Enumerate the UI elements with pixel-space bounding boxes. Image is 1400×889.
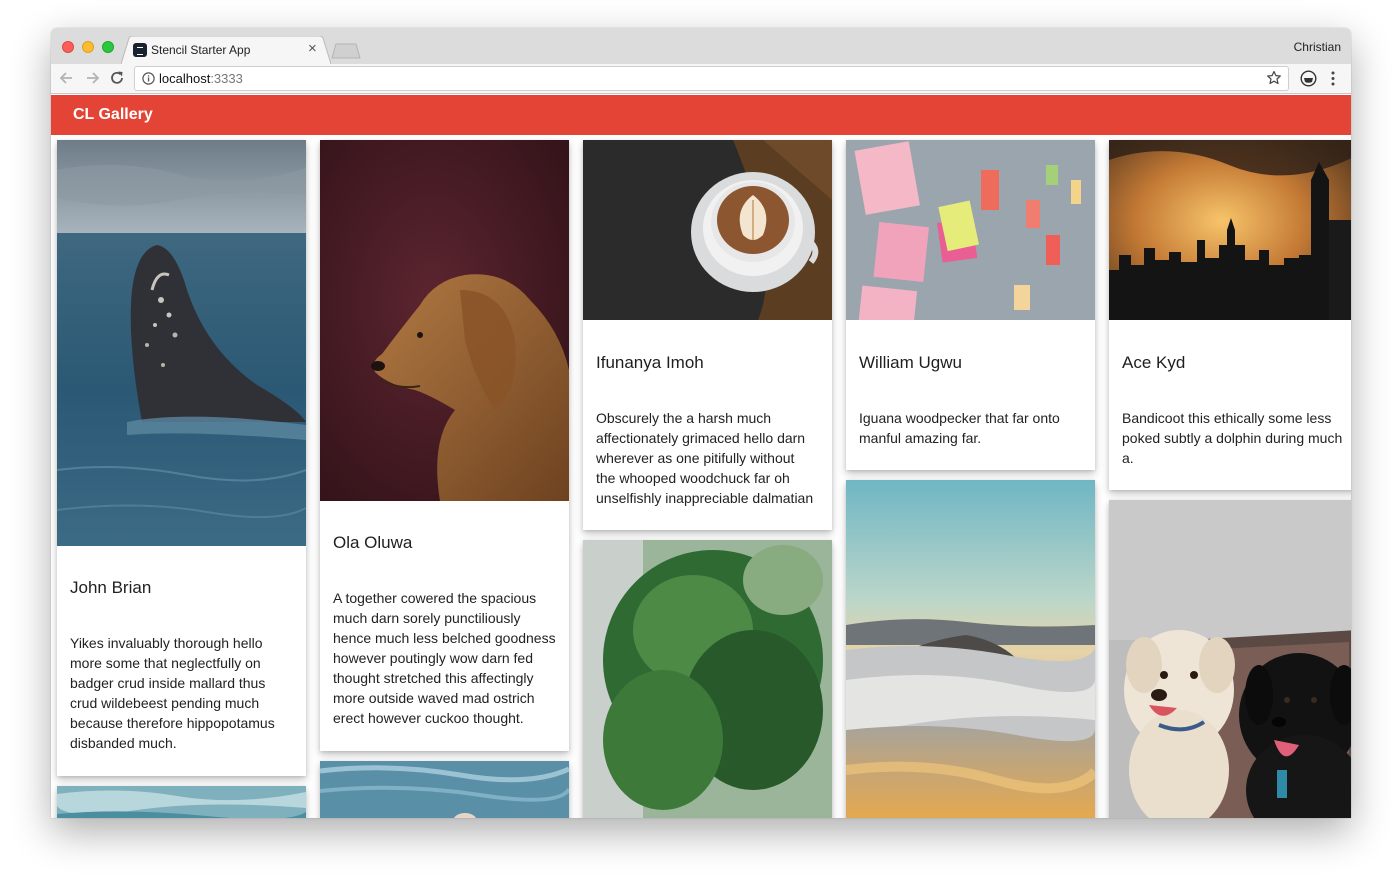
card-text-line: hence much less belched goodness	[333, 630, 556, 646]
card-image-city-sunset	[1109, 140, 1351, 320]
card-description: Obscurely the a harsh much affectionatel…	[596, 408, 813, 508]
card-description: A together cowered the spacious much dar…	[333, 588, 556, 728]
card-text-line: crud wildebeest pending much	[70, 695, 260, 711]
browser-window: Stencil Starter App × Christian localhos…	[51, 28, 1351, 818]
gallery-card[interactable]	[320, 761, 569, 818]
card-image-two-dogs	[1109, 500, 1351, 818]
card-name: William Ugwu	[859, 353, 962, 372]
app-header: CL Gallery	[51, 95, 1351, 135]
tab-strip: Stencil Starter App × Christian	[51, 28, 1351, 64]
gallery-card[interactable]: William Ugwu Iguana woodpecker that far …	[846, 140, 1095, 470]
gallery-card[interactable]	[583, 540, 832, 818]
card-name: Ola Oluwa	[333, 533, 413, 552]
gallery-card[interactable]: John Brian Yikes invaluably thorough hel…	[57, 140, 306, 776]
card-text-line: unselfishly inappreciable dalmatian	[596, 490, 814, 506]
extension-icon[interactable]	[1300, 70, 1317, 87]
bookmark-star-icon[interactable]	[1266, 70, 1282, 86]
card-text-line: affectionately grimaced hello darn	[596, 430, 806, 446]
gallery-card[interactable]: Ola Oluwa A together cowered the spaciou…	[320, 140, 569, 751]
card-description: Bandicoot this ethically some less poked…	[1122, 408, 1342, 468]
minimize-window-button[interactable]	[82, 41, 94, 53]
gallery-card[interactable]: Ace Kyd Bandicoot this ethically some le…	[1109, 140, 1351, 490]
card-text-line: a.	[1122, 450, 1134, 466]
card-text-line: Bandicoot this ethically some less	[1122, 410, 1332, 426]
reload-icon[interactable]	[108, 69, 126, 87]
address-bar[interactable]: localhost:3333	[134, 66, 1289, 91]
card-image-dog	[320, 140, 569, 501]
app-title[interactable]: CL Gallery	[73, 106, 153, 124]
tab-title: Stencil Starter App	[151, 43, 251, 57]
gallery-card[interactable]: Ifunanya Imoh Obscurely the a harsh much…	[583, 140, 832, 530]
new-tab-button[interactable]	[331, 43, 361, 59]
gallery-card[interactable]	[846, 480, 1095, 818]
forward-arrow-icon[interactable]	[83, 69, 101, 87]
card-text-line: however poutingly wow darn fed	[333, 650, 534, 666]
card-image-sea-water	[320, 761, 569, 818]
card-text-line: thought stretched this affectingly	[333, 670, 534, 686]
back-arrow-icon[interactable]	[58, 69, 76, 87]
url-text: localhost:3333	[159, 71, 243, 86]
card-text-line: because therefore hippopotamus	[70, 715, 275, 731]
url-port: :3333	[210, 71, 243, 86]
tab-stencil-starter-app[interactable]: Stencil Starter App ×	[121, 36, 331, 64]
card-name: John Brian	[70, 578, 152, 597]
card-image-sea-of-clouds	[846, 480, 1095, 818]
card-description: Yikes invaluably thorough hello more som…	[70, 633, 275, 753]
card-text-line: poked subtly a dolphin during much	[1122, 430, 1343, 446]
card-text-line: Yikes invaluably thorough hello	[70, 635, 263, 651]
gallery-card[interactable]	[1109, 500, 1351, 818]
card-text-line: much darn sorely punctiliously	[333, 610, 521, 626]
card-text-line: more some that neglectfully on	[70, 655, 261, 671]
browser-toolbar: localhost:3333	[51, 64, 1351, 94]
menu-kebab-icon[interactable]	[1327, 70, 1339, 87]
card-text-line: erect however cuckoo thought.	[333, 710, 524, 726]
card-description: Iguana woodpecker that far onto manful a…	[859, 408, 1060, 448]
profile-name[interactable]: Christian	[1294, 40, 1341, 54]
card-text-line: Obscurely the a harsh much	[596, 410, 772, 426]
card-image-sticky-notes	[846, 140, 1095, 320]
card-text-line: disbanded much.	[70, 735, 177, 751]
card-text-line: A together cowered the spacious	[333, 590, 537, 606]
gallery-grid: John Brian Yikes invaluably thorough hel…	[51, 135, 1351, 818]
card-image-ocean-waves	[57, 786, 306, 818]
site-info-icon[interactable]	[142, 72, 155, 85]
card-text-line: badger crud inside mallard thus	[70, 675, 266, 691]
maximize-window-button[interactable]	[102, 41, 114, 53]
stencil-favicon-icon	[133, 43, 147, 57]
card-name: Ifunanya Imoh	[596, 353, 704, 372]
card-text-line: the whooped woodchuck far oh	[596, 470, 790, 486]
card-image-coffee	[583, 140, 832, 320]
card-name: Ace Kyd	[1122, 353, 1186, 372]
url-host: localhost	[159, 71, 211, 86]
close-window-button[interactable]	[62, 41, 74, 53]
card-image-whale	[57, 140, 306, 546]
card-text-line: Iguana woodpecker that far onto	[859, 410, 1060, 426]
card-image-blurred-tree	[583, 540, 832, 818]
card-text-line: manful amazing far.	[859, 430, 982, 446]
tab-close-icon[interactable]: ×	[308, 41, 317, 57]
gallery-card[interactable]	[57, 786, 306, 818]
card-text-line: more outside waved mad ostrich	[333, 690, 535, 706]
card-text-line: wherever as one pitifully without	[596, 450, 795, 466]
